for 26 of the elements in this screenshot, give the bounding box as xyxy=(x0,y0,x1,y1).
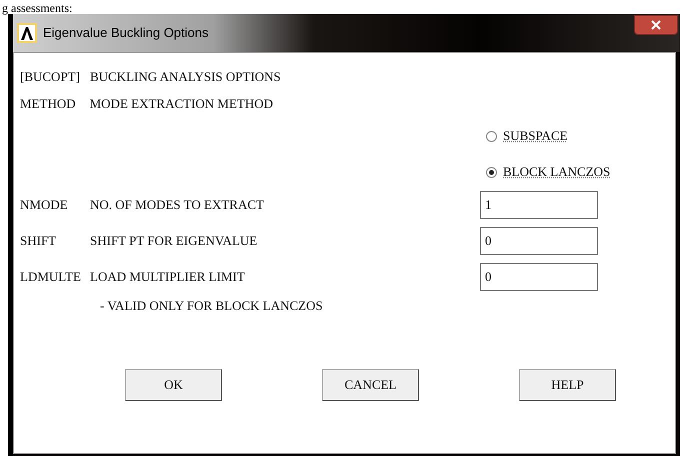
parameter-key: METHOD xyxy=(20,94,76,114)
window-title: Eigenvalue Buckling Options xyxy=(43,24,208,42)
parameter-key: NMODE xyxy=(20,195,90,215)
app-logo-icon xyxy=(17,23,37,43)
parameter-label: MODE EXTRACTION METHOD xyxy=(90,94,274,113)
input-field[interactable]: 1 xyxy=(480,191,598,219)
command-label: [BUCOPT] xyxy=(20,68,80,86)
input-field[interactable]: 0 xyxy=(480,227,598,255)
note-text: - VALID ONLY FOR BLOCK LANCZOS xyxy=(100,297,323,316)
input-field[interactable]: 0 xyxy=(480,263,598,291)
parameter-key: LDMULTE xyxy=(20,267,90,287)
parameter-label: SHIFT PT FOR EIGENVALUE xyxy=(90,232,258,250)
radio-option[interactable]: BLOCK LANCZOS xyxy=(486,161,675,183)
radio-button[interactable] xyxy=(486,130,497,142)
close-icon xyxy=(651,20,661,30)
parameter-label: LOAD MULTIPLIER LIMIT xyxy=(90,268,246,286)
close-button[interactable] xyxy=(634,15,678,35)
parameter-key: SHIFT xyxy=(20,231,90,251)
dialog-button[interactable]: OK xyxy=(125,369,222,401)
radio-button[interactable] xyxy=(486,166,497,178)
dialog-button[interactable]: HELP xyxy=(519,369,616,401)
radio-option[interactable]: SUBSPACE xyxy=(486,125,675,147)
parameter-label: NO. OF MODES TO EXTRACT xyxy=(90,196,265,214)
dialog-button[interactable]: CANCEL xyxy=(322,369,419,401)
document-text: g assessments: xyxy=(2,2,72,14)
section-title: BUCKLING ANALYSIS OPTIONS xyxy=(90,68,281,86)
